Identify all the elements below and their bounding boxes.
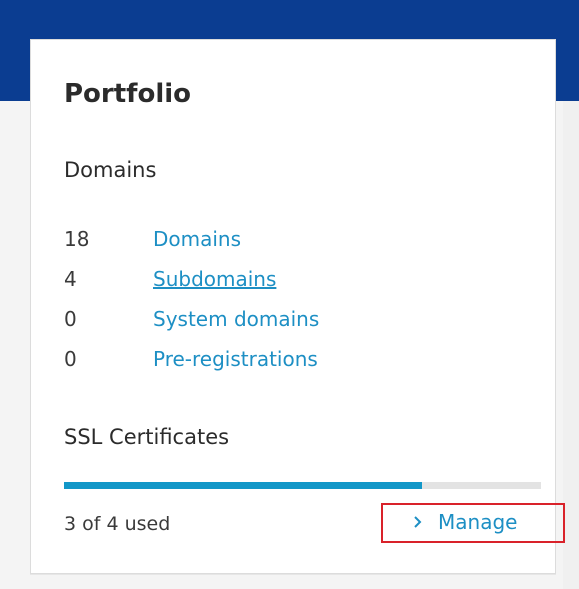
list-item: 18 Domains [64,219,319,259]
domains-link[interactable]: Domains [153,227,241,251]
domains-section-title: Domains [64,158,157,182]
right-background-strip [563,101,579,589]
list-item: 4 Subdomains [64,259,319,299]
ssl-usage-progress-fill [64,482,422,489]
manage-label: Manage [438,510,518,534]
pre-registrations-link[interactable]: Pre-registrations [153,347,318,371]
ssl-usage-text: 3 of 4 used [64,513,171,535]
chevron-right-icon [414,516,422,528]
domains-count: 18 [64,227,90,251]
ssl-usage-progress-bar [64,482,541,489]
list-item: 0 Pre-registrations [64,339,319,379]
card-divider [30,574,556,575]
system-domains-link[interactable]: System domains [153,307,319,331]
subdomains-count: 4 [64,267,77,291]
list-item: 0 System domains [64,299,319,339]
system-domains-count: 0 [64,307,77,331]
manage-button[interactable]: Manage [408,509,517,535]
card-title: Portfolio [64,79,192,109]
subdomains-link[interactable]: Subdomains [153,267,276,291]
page: Portfolio Domains 18 Domains 4 Subdomain… [0,0,579,589]
domains-list: 18 Domains 4 Subdomains 0 System domains… [64,219,319,379]
portfolio-card: Portfolio Domains 18 Domains 4 Subdomain… [30,39,556,574]
ssl-certificates-title: SSL Certificates [64,425,230,449]
pre-registrations-count: 0 [64,347,77,371]
